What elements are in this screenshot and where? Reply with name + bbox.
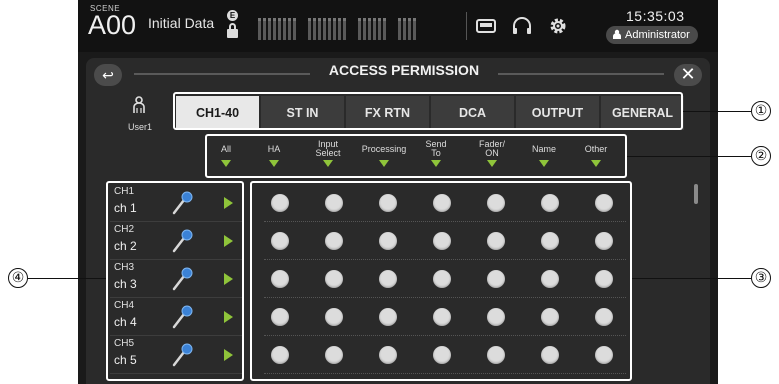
user-name: User1	[127, 122, 152, 132]
title-rule	[134, 73, 310, 75]
user-role-button[interactable]: Administrator	[606, 26, 698, 44]
callout-box-channels	[106, 181, 244, 381]
close-button[interactable]: ✕	[674, 64, 702, 86]
user-icon	[613, 29, 621, 39]
scene-name[interactable]: Initial Data	[148, 15, 214, 31]
callout-leader	[632, 278, 751, 279]
divider	[466, 12, 467, 40]
gear-icon[interactable]	[546, 14, 570, 38]
user-role-label: Administrator	[625, 29, 690, 41]
lock-icon[interactable]: E	[226, 10, 240, 40]
callout-box-tabs	[173, 92, 683, 130]
callout-leader	[627, 156, 751, 157]
scene-number[interactable]: A00	[88, 10, 136, 40]
user-icon	[133, 96, 145, 113]
dialog-title: ACCESS PERMISSION	[328, 62, 480, 78]
callout-2: ②	[751, 146, 771, 166]
lock-badge: E	[227, 10, 238, 21]
meter-icon[interactable]	[258, 12, 458, 40]
headphones-icon[interactable]	[510, 14, 534, 38]
recorder-icon[interactable]	[474, 14, 498, 38]
callout-box-grid	[250, 181, 632, 381]
callout-1: ①	[751, 101, 771, 121]
title-rule	[498, 73, 664, 75]
callout-leader	[28, 278, 106, 279]
back-button[interactable]: ↩	[94, 64, 122, 86]
callout-4: ④	[8, 268, 28, 288]
scrollbar[interactable]	[694, 184, 698, 204]
clock: 15:35:03	[626, 8, 685, 24]
callout-leader	[683, 111, 751, 112]
callout-3: ③	[751, 268, 771, 288]
top-bar: SCENE A00 Initial Data E 15:35:03 Admini…	[78, 0, 718, 52]
callout-box-categories	[205, 134, 627, 178]
